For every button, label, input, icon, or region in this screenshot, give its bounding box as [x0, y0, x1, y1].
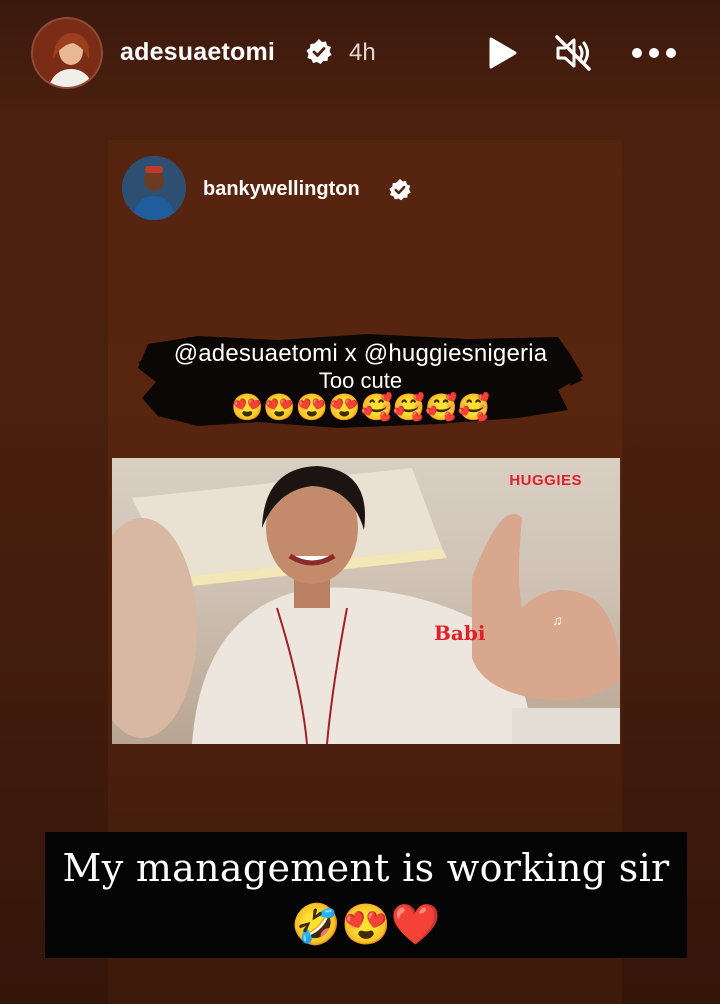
music-note-icon: ♫: [552, 612, 563, 628]
story-avatar[interactable]: [31, 17, 103, 89]
video-scene: [112, 466, 620, 744]
video-thumbnail[interactable]: HUGGIES Babi ♫: [112, 458, 620, 744]
caption-emojis: 😍😍😍😍🥰🥰🥰🥰: [231, 392, 490, 422]
brand-logo: HUGGIES: [509, 472, 582, 489]
story-text-overlay: My management is working sir 🤣😍❤️: [45, 832, 687, 958]
story-header: adesuaetomi 4h: [0, 0, 720, 110]
shared-post-avatar[interactable]: [122, 156, 186, 220]
shared-post-username[interactable]: bankywellington: [203, 178, 360, 201]
caption-mentions: @adesuaetomi x @huggiesnigeria: [173, 340, 548, 367]
story-username[interactable]: adesuaetomi: [120, 38, 275, 67]
more-horizontal-icon[interactable]: [628, 33, 680, 73]
overlay-caption-emojis: 🤣😍❤️: [291, 903, 441, 947]
verified-badge-icon: [389, 178, 411, 201]
story-timestamp: 4h: [349, 39, 376, 66]
avatar-portrait: [33, 19, 101, 87]
play-icon[interactable]: [482, 33, 522, 73]
speaker-muted-icon[interactable]: [553, 33, 593, 73]
video-overlay-text: Babi: [434, 621, 486, 645]
post-caption: @adesuaetomi x @huggiesnigeria Too cute …: [138, 332, 583, 432]
avatar-portrait: [122, 156, 186, 220]
overlay-caption-text: My management is working sir: [62, 846, 670, 890]
caption-text: Too cute: [318, 368, 403, 393]
verified-badge-icon: [306, 39, 332, 64]
